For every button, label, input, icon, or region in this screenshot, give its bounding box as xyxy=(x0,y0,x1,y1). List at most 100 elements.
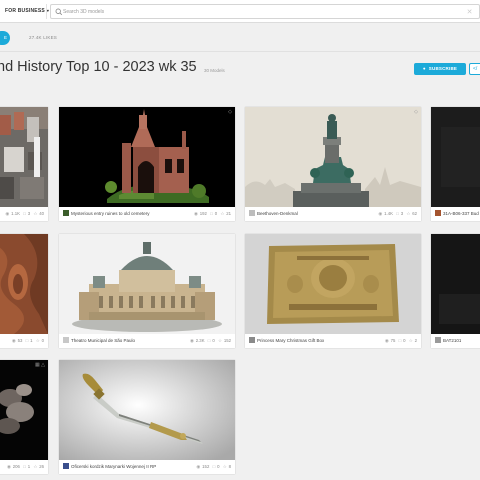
model-name[interactable]: Princess Mary Christmas Gift Box xyxy=(257,338,324,343)
card-stats: ◉ 192 □ 0 ☆ 21 xyxy=(192,211,231,217)
model-thumbnail[interactable] xyxy=(431,234,480,334)
likes-tab[interactable]: 27.4K LIKES xyxy=(29,35,57,40)
comments-icon: □ xyxy=(210,211,213,216)
subscribe-label: SUBSCRIBE xyxy=(428,66,458,71)
comments-icon: □ xyxy=(25,338,29,343)
model-thumbnail[interactable] xyxy=(59,360,235,460)
likes-count: 62 xyxy=(412,211,417,216)
model-count: 30 Models xyxy=(204,68,225,73)
card-stats: ◉ 75 □ 0 ☆ 2 xyxy=(383,338,417,344)
model-name[interactable]: Mysterious entry ruines to old cemetery xyxy=(71,211,150,216)
views-count: 206 xyxy=(12,464,20,469)
model-thumbnail[interactable]: ◇ xyxy=(245,107,421,207)
for-business-menu[interactable]: FOR BUSINESS ▾ xyxy=(5,8,49,14)
comments-count: 1 xyxy=(30,338,33,343)
model-card[interactable]: Princess Mary Christmas Gift Box ◉ 75 □ 0 … xyxy=(245,234,421,348)
comments-count: 0 xyxy=(217,464,220,469)
views-count: 1.1K xyxy=(11,211,20,216)
chevron-down-icon: ▾ xyxy=(46,8,50,13)
model-card[interactable]: ◉ 53 □ 1 ☆ 0 xyxy=(0,234,48,348)
comments-icon: □ xyxy=(23,464,26,469)
likes-count: 40 xyxy=(39,211,44,216)
views-icon: ◉ xyxy=(384,338,389,343)
card-stats: ◉ 206 □ 1 ☆ 26 xyxy=(5,464,44,470)
profile-tab-active[interactable]: E xyxy=(0,31,10,45)
views-count: 192 xyxy=(199,211,207,216)
clear-search-icon[interactable]: ✕ xyxy=(465,8,474,17)
author-avatar[interactable] xyxy=(63,210,69,216)
author-avatar[interactable] xyxy=(249,210,255,216)
views-icon: ◉ xyxy=(11,338,16,343)
model-card[interactable]: BAT2101 xyxy=(431,234,480,348)
model-card[interactable]: Oficerski kordzik Marynarki Wojennej II … xyxy=(59,360,235,474)
author-avatar[interactable] xyxy=(435,337,441,343)
likes-count: 26 xyxy=(39,464,44,469)
profile-subbar: E 27.4K LIKES xyxy=(0,24,480,52)
model-thumbnail[interactable] xyxy=(245,234,421,334)
author-avatar[interactable] xyxy=(249,337,255,343)
comments-count: 0 xyxy=(214,211,218,216)
views-icon: ◉ xyxy=(5,211,10,216)
model-name[interactable]: BAT2101 xyxy=(443,338,461,343)
collection-title: nd History Top 10 - 2023 wk 35 xyxy=(0,59,197,75)
author-avatar[interactable] xyxy=(63,337,69,343)
model-name[interactable]: Oficerski kordzik Marynarki Wojennej II … xyxy=(71,464,156,469)
likes-icon: ☆ xyxy=(220,211,225,216)
card-meta: ◉ 1.1K □ 3 ☆ 40 xyxy=(0,207,48,221)
card-stats: ◉ 2.3K □ 0 ☆ 152 xyxy=(188,338,231,344)
model-card[interactable]: ◉ 1.1K □ 3 ☆ 40 xyxy=(0,107,48,221)
model-name[interactable]: Beethoven-Denkmal xyxy=(257,211,298,216)
comments-count: 0 xyxy=(212,338,215,343)
card-meta: Mysterious entry ruines to old cemetery … xyxy=(59,207,235,221)
likes-icon: ☆ xyxy=(33,464,38,469)
views-icon: ◉ xyxy=(196,464,201,469)
model-name[interactable]: Theatro Municipal de São Paulo xyxy=(71,338,135,343)
staff-pick-icon: ◇ xyxy=(228,109,232,115)
views-count: 152 xyxy=(202,464,210,469)
author-avatar[interactable] xyxy=(63,463,69,469)
cube-icon: ▦ △ xyxy=(35,362,45,368)
model-thumbnail[interactable] xyxy=(0,234,48,334)
card-meta: 31A-B06-337 Bud xyxy=(431,207,480,221)
comments-count: 1 xyxy=(27,464,31,469)
model-thumbnail[interactable] xyxy=(59,234,235,334)
views-count: 75 xyxy=(390,338,396,343)
card-stats: ◉ 53 □ 1 ☆ 0 xyxy=(10,338,44,344)
likes-count: 21 xyxy=(226,211,231,216)
comments-icon: □ xyxy=(396,211,399,216)
card-meta: Princess Mary Christmas Gift Box ◉ 75 □ 0 … xyxy=(245,334,421,348)
card-meta: Oficerski kordzik Marynarki Wojennej II … xyxy=(59,460,235,474)
model-card[interactable]: 31A-B06-337 Bud xyxy=(431,107,480,221)
comments-icon: □ xyxy=(398,338,402,343)
subscribe-button[interactable]: ● SUBSCRIBE xyxy=(414,63,466,75)
search-icon xyxy=(55,8,63,16)
model-card[interactable]: ◇ Beethoven-Denkmal ◉ 1.4K □ 3 ☆ 62 xyxy=(245,107,421,221)
likes-count: 0 xyxy=(41,338,44,343)
model-thumbnail[interactable]: ◇ xyxy=(59,107,235,207)
likes-icon: ☆ xyxy=(33,211,38,216)
card-meta: ◉ 206 □ 1 ☆ 26 xyxy=(0,460,48,474)
comments-icon: □ xyxy=(212,464,216,469)
likes-icon: ☆ xyxy=(35,338,40,343)
search-input[interactable] xyxy=(63,6,363,17)
likes-icon: ☆ xyxy=(406,211,411,216)
comments-count: 0 xyxy=(403,338,406,343)
card-meta: Theatro Municipal de São Paulo ◉ 2.3K □ 0 … xyxy=(59,334,235,348)
card-stats: ◉ 1.4K □ 3 ☆ 62 xyxy=(376,211,417,217)
embed-button[interactable]: </ xyxy=(469,63,480,75)
views-count: 53 xyxy=(17,338,23,343)
model-card[interactable]: ▦ △ ◉ 206 □ 1 ☆ 26 xyxy=(0,360,48,474)
model-thumbnail[interactable] xyxy=(431,107,480,207)
model-thumbnail[interactable] xyxy=(0,107,48,207)
model-card[interactable]: Theatro Municipal de São Paulo ◉ 2.3K □ 0 … xyxy=(59,234,235,348)
bell-icon: ● xyxy=(422,66,426,71)
author-avatar[interactable] xyxy=(435,210,441,216)
staff-pick-icon: ◇ xyxy=(414,109,418,115)
model-thumbnail[interactable]: ▦ △ xyxy=(0,360,48,460)
card-meta: ◉ 53 □ 1 ☆ 0 xyxy=(0,334,48,348)
search-box[interactable]: ✕ xyxy=(50,4,480,19)
model-card[interactable]: ◇ Mysterious entry ruines to old cemeter… xyxy=(59,107,235,221)
comments-icon: □ xyxy=(207,338,211,343)
model-name[interactable]: 31A-B06-337 Bud xyxy=(443,211,479,216)
likes-count: 2 xyxy=(414,338,417,343)
